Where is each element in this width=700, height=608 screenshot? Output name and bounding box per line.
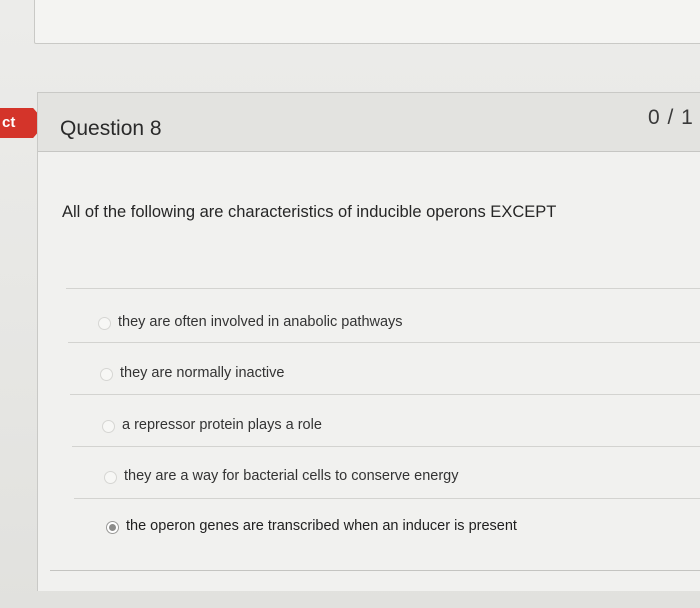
answer-option-2[interactable]: they are normally inactive <box>38 365 678 391</box>
answer-option-5[interactable]: the operon genes are transcribed when an… <box>38 518 678 544</box>
answer-option-3[interactable]: a repressor protein plays a role <box>38 417 678 443</box>
option-label[interactable]: they are often involved in anabolic path… <box>118 314 403 330</box>
option-divider <box>74 498 700 499</box>
radio-button-selected[interactable] <box>106 521 119 534</box>
question-points: 0 / 1 p <box>648 106 700 129</box>
option-divider <box>70 394 700 395</box>
option-label[interactable]: they are a way for bacterial cells to co… <box>124 468 458 484</box>
option-divider <box>72 446 700 447</box>
question-title: Question 8 <box>60 117 162 140</box>
question-card: Question 8 0 / 1 p All of the following … <box>37 92 700 591</box>
option-label[interactable]: the operon genes are transcribed when an… <box>126 518 517 534</box>
quiz-page: ct Question 8 0 / 1 p All of the followi… <box>0 0 700 608</box>
question-prompt: All of the following are characteristics… <box>62 203 557 221</box>
option-divider <box>66 288 700 289</box>
answer-option-1[interactable]: they are often involved in anabolic path… <box>38 314 678 340</box>
question-header: Question 8 0 / 1 p <box>38 93 700 152</box>
answer-option-4[interactable]: they are a way for bacterial cells to co… <box>38 468 678 494</box>
radio-button[interactable] <box>100 368 113 381</box>
previous-answer-box <box>34 0 700 44</box>
option-divider <box>68 342 700 343</box>
option-label[interactable]: a repressor protein plays a role <box>122 417 322 433</box>
radio-button[interactable] <box>98 317 111 330</box>
card-bottom-border <box>50 570 700 571</box>
marker-tab-label: ct <box>2 114 16 131</box>
radio-button[interactable] <box>104 471 117 484</box>
option-label[interactable]: they are normally inactive <box>120 365 284 381</box>
radio-button[interactable] <box>102 420 115 433</box>
